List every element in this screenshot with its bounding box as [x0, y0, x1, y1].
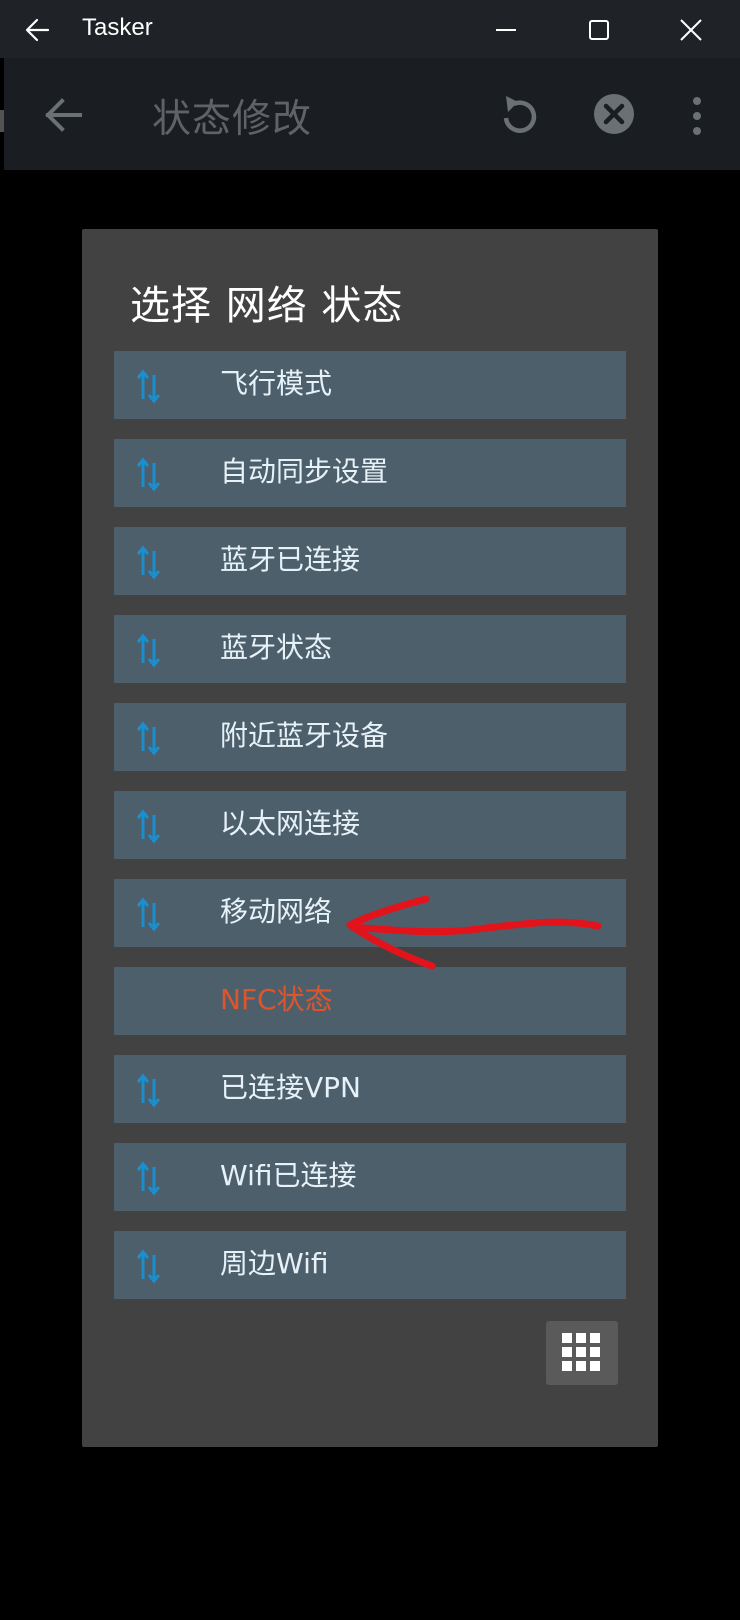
state-item[interactable]: 附近蓝牙设备 [114, 703, 626, 771]
state-item[interactable]: 蓝牙已连接 [114, 527, 626, 595]
maximize-button[interactable] [576, 10, 622, 50]
state-item[interactable]: 移动网络 [114, 879, 626, 947]
state-item-label: NFC状态 [220, 983, 333, 1016]
toolbar-back-button[interactable] [40, 92, 88, 138]
state-item-label: 附近蓝牙设备 [220, 719, 389, 752]
state-item[interactable]: NFC状态 [114, 967, 626, 1035]
state-item-label: 周边Wifi [220, 1247, 329, 1280]
grid-view-button[interactable] [546, 1321, 618, 1385]
app-toolbar: 状态修改 [4, 58, 740, 170]
network-arrows-icon [134, 809, 164, 844]
state-item[interactable]: Wifi已连接 [114, 1143, 626, 1211]
minimize-icon [496, 29, 516, 31]
window-back-button[interactable] [20, 12, 60, 48]
network-arrows-icon [134, 369, 164, 404]
grid-icon [562, 1333, 600, 1371]
state-item-label: 自动同步设置 [220, 455, 389, 488]
window-title-bar: Tasker [0, 0, 740, 58]
state-item[interactable]: 自动同步设置 [114, 439, 626, 507]
state-item[interactable]: 已连接VPN [114, 1055, 626, 1123]
refresh-icon [503, 96, 537, 133]
state-item[interactable]: 周边Wifi [114, 1231, 626, 1299]
network-arrows-icon [134, 457, 164, 492]
cancel-button[interactable] [590, 90, 638, 138]
network-arrows-icon [134, 721, 164, 756]
back-arrow-icon [45, 98, 82, 132]
more-options-button[interactable] [684, 94, 710, 138]
state-item-label: 已连接VPN [220, 1071, 361, 1104]
network-arrows-icon [134, 1161, 164, 1196]
network-arrows-icon [134, 633, 164, 668]
cancel-circle-icon [594, 94, 634, 134]
close-icon [680, 19, 702, 41]
undo-button[interactable] [494, 88, 544, 142]
state-item-label: 飞行模式 [220, 367, 333, 400]
network-arrows-icon [134, 1073, 164, 1108]
minimize-button[interactable] [483, 10, 529, 50]
toolbar-title: 状态修改 [152, 97, 313, 142]
state-item-label: 移动网络 [220, 895, 333, 928]
maximize-icon [589, 20, 609, 40]
dialog-title: 选择 网络 状态 [130, 283, 404, 329]
network-arrows-icon [134, 545, 164, 580]
state-item[interactable]: 飞行模式 [114, 351, 626, 419]
state-item-label: 以太网连接 [220, 807, 361, 840]
state-item[interactable]: 以太网连接 [114, 791, 626, 859]
state-item-label: Wifi已连接 [220, 1159, 357, 1192]
close-window-button[interactable] [668, 10, 714, 50]
state-item-label: 蓝牙状态 [220, 631, 333, 664]
network-arrows-icon [134, 897, 164, 932]
select-state-dialog: 选择 网络 状态 飞行模式自动同步设置 蓝牙已连接蓝牙状态附近蓝牙设备 以太网连接移… [82, 229, 658, 1447]
more-vert-icon [693, 97, 701, 135]
state-item[interactable]: 蓝牙状态 [114, 615, 626, 683]
window-title: Tasker [82, 14, 153, 41]
state-item-label: 蓝牙已连接 [220, 543, 361, 576]
back-arrow-icon [25, 18, 50, 42]
network-arrows-icon [134, 1249, 164, 1284]
